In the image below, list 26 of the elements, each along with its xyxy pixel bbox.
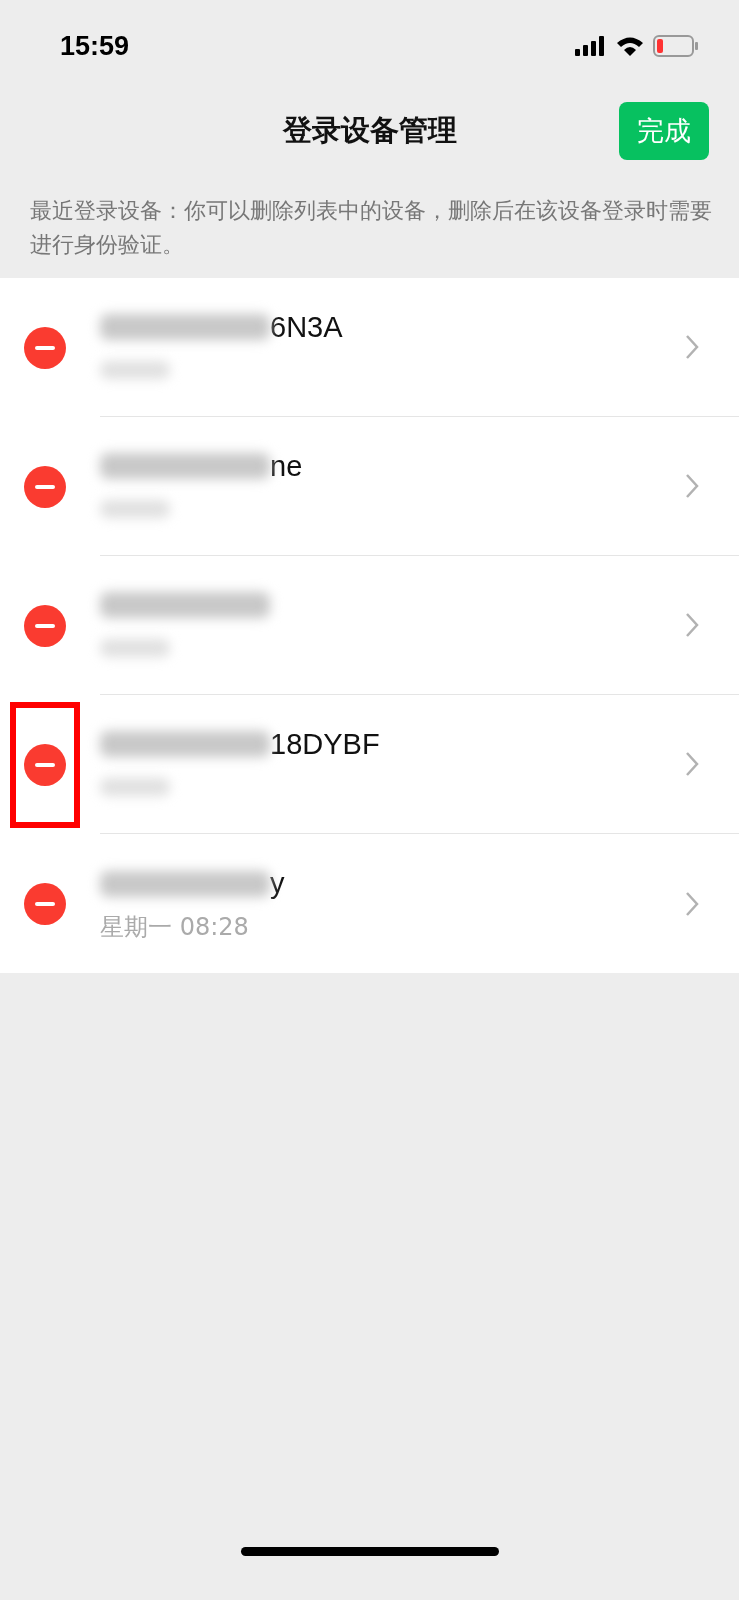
remove-icon[interactable]: [24, 882, 66, 925]
signal-icon: [575, 36, 607, 56]
device-name: ne: [270, 449, 303, 483]
page-title: 登录设备管理: [282, 112, 457, 149]
remove-icon[interactable]: [24, 743, 66, 786]
remove-icon[interactable]: [24, 326, 66, 369]
redaction-blur: [100, 639, 170, 657]
redaction-blur: [100, 500, 170, 518]
wifi-icon: [616, 36, 644, 56]
device-name: 18DYBF: [270, 727, 380, 761]
chevron-icon[interactable]: [685, 612, 699, 638]
chevron-icon[interactable]: [685, 751, 699, 777]
device-name: 6N3A: [270, 310, 343, 344]
chevron-icon[interactable]: [685, 473, 699, 499]
device-name: y: [270, 867, 285, 900]
done-button[interactable]: 完成: [619, 102, 709, 160]
redaction-blur: [100, 778, 170, 796]
remove-icon[interactable]: [24, 465, 66, 508]
battery-icon: [653, 35, 699, 57]
redaction-blur: [100, 361, 170, 379]
login-time: 星期一 08:28: [100, 911, 249, 943]
chevron-icon[interactable]: [685, 334, 699, 360]
description-text: 最近登录设备：你可以删除列表中的设备，删除后在该设备登录时需要进行身份验证。: [29, 197, 713, 259]
chevron-icon[interactable]: [685, 890, 699, 917]
remove-icon[interactable]: [24, 604, 66, 647]
status-time: 15:59: [60, 30, 130, 62]
